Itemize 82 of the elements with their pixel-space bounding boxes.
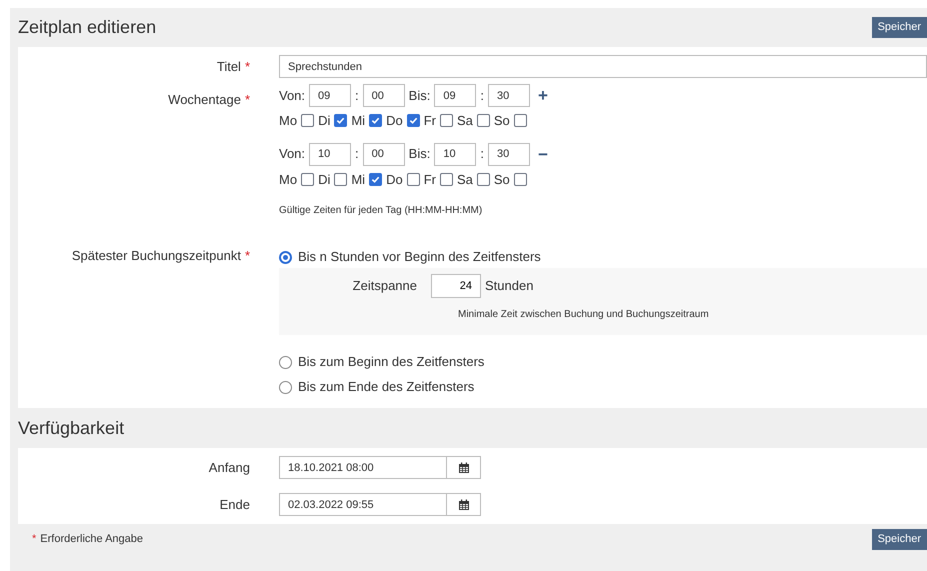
calendar-icon bbox=[458, 462, 470, 474]
minute-field[interactable]: 30 bbox=[488, 142, 530, 166]
field-label: Spätester Buchungszeitpunkt bbox=[72, 247, 241, 265]
day-checkbox[interactable] bbox=[369, 172, 382, 186]
time-separator: : bbox=[355, 86, 359, 105]
hint-text: Gültige Zeiten für jeden Tag (HH:MM-HH:MM) bbox=[279, 204, 484, 218]
radio-button[interactable] bbox=[279, 250, 292, 264]
to-label: Bis: bbox=[408, 145, 430, 164]
date-field[interactable]: 18.10.2021 08:00 bbox=[279, 456, 447, 479]
hour-field[interactable]: 09 bbox=[434, 84, 476, 107]
day-label: So bbox=[494, 170, 510, 188]
section-title: Verfügbarkeit bbox=[18, 416, 124, 440]
day-checkbox[interactable] bbox=[369, 114, 382, 128]
time-separator: : bbox=[480, 145, 484, 164]
time-separator: : bbox=[480, 86, 484, 105]
check-icon bbox=[371, 174, 380, 184]
field-label: Ende bbox=[220, 496, 250, 514]
day-checkbox[interactable] bbox=[301, 172, 314, 186]
day-label: Fr bbox=[424, 112, 436, 130]
calendar-button[interactable] bbox=[447, 456, 481, 479]
day-checkbox[interactable] bbox=[334, 172, 348, 186]
day-label: Do bbox=[386, 170, 403, 188]
field-label: Zeitspanne bbox=[352, 277, 418, 296]
unit-label: Stunden bbox=[485, 277, 534, 296]
required-mark: * bbox=[244, 247, 250, 265]
required-mark: * bbox=[244, 58, 250, 76]
date-field[interactable]: 02.03.2022 09:55 bbox=[279, 493, 447, 516]
day-label: Di bbox=[318, 170, 330, 188]
day-checkbox[interactable] bbox=[514, 114, 527, 128]
remove-button[interactable]: − bbox=[538, 146, 548, 162]
day-label: Di bbox=[318, 112, 330, 130]
calendar-button[interactable] bbox=[447, 493, 481, 516]
day-checkbox[interactable] bbox=[406, 172, 420, 186]
day-label: Mo bbox=[279, 170, 298, 188]
day-checkbox[interactable] bbox=[440, 114, 453, 128]
day-checkbox[interactable] bbox=[476, 172, 490, 186]
check-icon bbox=[408, 116, 418, 126]
minute-field[interactable]: 00 bbox=[362, 142, 405, 166]
day-label: Sa bbox=[456, 170, 473, 188]
minute-field[interactable]: 30 bbox=[488, 84, 530, 107]
day-label: So bbox=[494, 112, 510, 130]
required-mark: * bbox=[32, 532, 36, 547]
save-button[interactable]: Speicher bbox=[872, 17, 927, 38]
day-label: Mi bbox=[351, 112, 366, 130]
day-label: Fr bbox=[424, 170, 436, 188]
hours-field[interactable]: 24 bbox=[431, 274, 481, 298]
calendar-icon bbox=[458, 498, 470, 510]
from-label: Von: bbox=[279, 145, 306, 164]
from-label: Von: bbox=[279, 86, 306, 105]
title-field[interactable]: Sprechstunden bbox=[279, 55, 927, 78]
day-checkbox[interactable] bbox=[301, 114, 314, 128]
day-checkbox[interactable] bbox=[406, 114, 420, 128]
page-title: Zeitplan editieren bbox=[18, 16, 156, 39]
day-checkbox[interactable] bbox=[514, 172, 527, 186]
time-separator: : bbox=[355, 145, 359, 164]
radio-label: Bis n Stunden vor Beginn des Zeitfensters bbox=[298, 248, 541, 266]
field-label: Anfang bbox=[208, 458, 250, 477]
save-button[interactable]: Speicher bbox=[872, 528, 927, 550]
radio-button[interactable] bbox=[279, 356, 292, 368]
add-button[interactable]: + bbox=[538, 87, 548, 104]
radio-button[interactable] bbox=[279, 380, 292, 394]
field-label: Wochentage bbox=[168, 91, 241, 109]
check-icon bbox=[371, 116, 380, 126]
day-label: Sa bbox=[456, 112, 473, 130]
minute-field[interactable]: 00 bbox=[362, 84, 405, 107]
day-label: Do bbox=[386, 112, 403, 130]
radio-label: Bis zum Beginn des Zeitfensters bbox=[298, 353, 484, 372]
day-checkbox[interactable] bbox=[440, 172, 453, 186]
to-label: Bis: bbox=[408, 86, 430, 105]
required-mark: * bbox=[244, 91, 250, 109]
field-label: Titel bbox=[216, 58, 241, 76]
hour-field[interactable]: 10 bbox=[309, 142, 352, 166]
day-checkbox[interactable] bbox=[476, 114, 490, 128]
check-icon bbox=[336, 116, 346, 126]
day-checkbox[interactable] bbox=[334, 114, 348, 128]
hour-field[interactable]: 09 bbox=[309, 84, 352, 107]
radio-label: Bis zum Ende des Zeitfensters bbox=[298, 378, 474, 396]
hour-field[interactable]: 10 bbox=[434, 142, 476, 166]
required-note: Erforderliche Angabe bbox=[40, 532, 144, 547]
day-label: Mo bbox=[279, 112, 298, 130]
day-label: Mi bbox=[351, 170, 366, 188]
hint-text: Minimale Zeit zwischen Buchung und Buchungszeitraum bbox=[458, 308, 710, 322]
